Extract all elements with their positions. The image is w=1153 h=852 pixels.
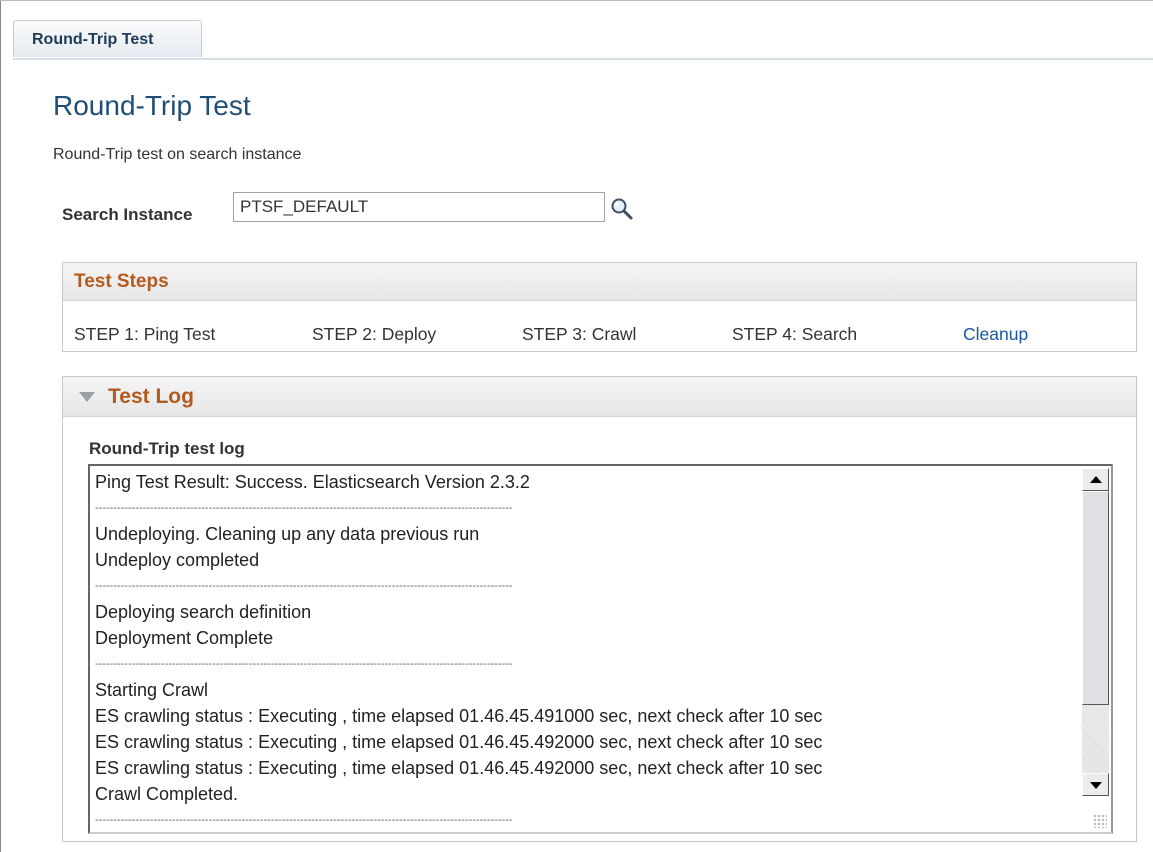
arrow-up-icon xyxy=(1090,476,1102,483)
log-line: Undeploy completed xyxy=(95,550,260,570)
round-trip-log-textarea[interactable]: Ping Test Result: Success. Elasticsearch… xyxy=(88,464,1113,834)
log-line: ES crawling status : Executing , time el… xyxy=(95,732,823,752)
log-separator: ----------------------------------------… xyxy=(95,580,513,592)
scroll-thumb[interactable] xyxy=(1082,491,1109,705)
triangle-down-icon[interactable] xyxy=(79,392,95,402)
page-description: Round-Trip test on search instance xyxy=(53,146,302,163)
page-title: Round-Trip Test xyxy=(53,90,251,121)
test-steps-group: Test Steps STEP 1: Ping Test STEP 2: Dep… xyxy=(62,262,1137,352)
test-log-group: Test Log Round-Trip test log Ping Test R… xyxy=(62,376,1137,842)
log-line: Ping Test Result: Success. Elasticsearch… xyxy=(95,472,530,492)
search-instance-label: Search Instance xyxy=(62,205,193,224)
arrow-down-icon xyxy=(1090,782,1102,789)
scroll-track[interactable] xyxy=(1082,705,1109,773)
test-steps-header: Test Steps xyxy=(63,263,1136,301)
log-separator: ----------------------------------------… xyxy=(95,658,513,670)
step-crawl: STEP 3: Crawl xyxy=(522,324,637,344)
log-line: ES crawling status : Executing , time el… xyxy=(95,706,823,726)
search-instance-input[interactable] xyxy=(233,192,605,222)
window-border-top xyxy=(0,0,1153,1)
log-line: Starting Crawl xyxy=(95,680,209,700)
vertical-scrollbar[interactable] xyxy=(1082,468,1109,796)
tab-round-trip-test[interactable]: Round-Trip Test xyxy=(13,20,202,57)
scroll-up-button[interactable] xyxy=(1082,468,1109,491)
log-line: Crawl Completed. xyxy=(95,784,239,804)
step-deploy: STEP 2: Deploy xyxy=(312,324,437,344)
test-log-title: Test Log xyxy=(108,385,194,408)
log-separator: ----------------------------------------… xyxy=(95,502,513,514)
window-border-left xyxy=(0,0,1,852)
search-lookup-icon[interactable] xyxy=(609,196,635,222)
log-line: Undeploying. Cleaning up any data previo… xyxy=(95,524,480,544)
scroll-down-button[interactable] xyxy=(1082,773,1109,796)
log-separator: ----------------------------------------… xyxy=(95,814,513,826)
log-line: Deployment Complete xyxy=(95,628,274,648)
log-line: Deploying search definition xyxy=(95,602,312,622)
log-content: Ping Test Result: Success. Elasticsearch… xyxy=(95,469,1085,832)
step-ping-test: STEP 1: Ping Test xyxy=(74,324,216,344)
cleanup-link[interactable]: Cleanup xyxy=(963,324,1028,345)
resize-grip-icon[interactable] xyxy=(1093,814,1107,828)
test-log-header[interactable]: Test Log xyxy=(63,377,1136,417)
tab-bar: Round-Trip Test xyxy=(13,20,1153,60)
log-line: ES crawling status : Executing , time el… xyxy=(95,758,823,778)
round-trip-log-label: Round-Trip test log xyxy=(89,439,245,458)
step-search: STEP 4: Search xyxy=(732,324,858,344)
